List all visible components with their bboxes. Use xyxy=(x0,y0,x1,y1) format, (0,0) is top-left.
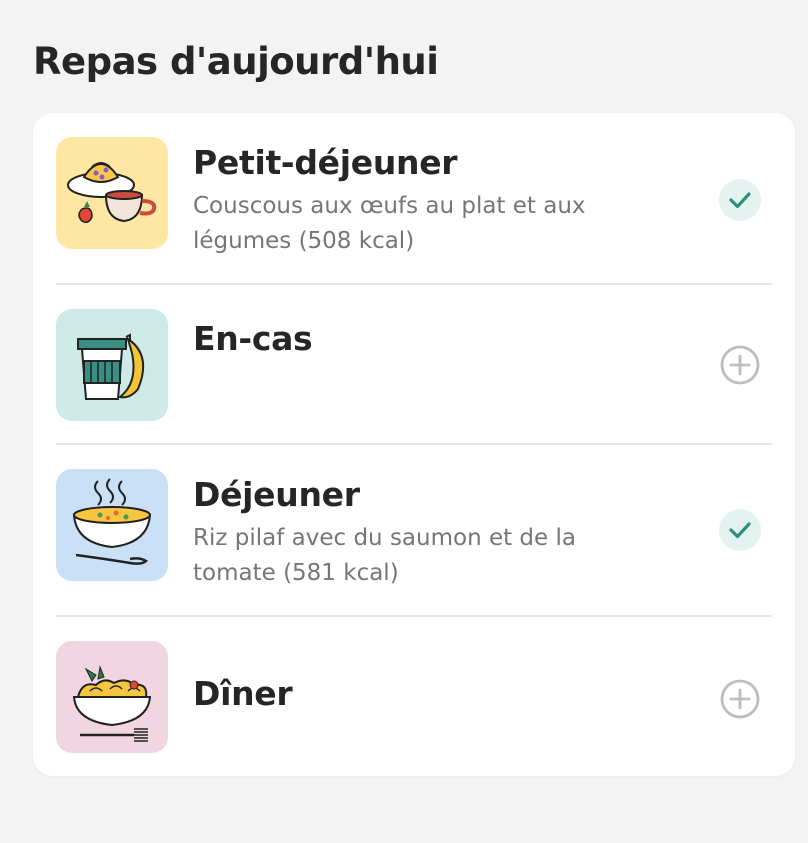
plus-circle-icon[interactable] xyxy=(719,678,761,720)
check-icon[interactable] xyxy=(719,179,761,221)
meal-name: En-cas xyxy=(193,319,313,358)
croissant-coffee-icon xyxy=(56,137,168,249)
plus-circle-icon[interactable] xyxy=(719,344,761,386)
meal-name: Déjeuner xyxy=(193,475,360,514)
meal-name: Dîner xyxy=(193,674,293,713)
meal-row-lunch[interactable]: Déjeuner Riz pilaf avec du saumon et de … xyxy=(33,445,795,615)
meal-description: Riz pilaf avec du saumon et de la tomate… xyxy=(193,525,576,586)
meal-info-breakfast: Petit-déjeuner Couscous aux œufs au plat… xyxy=(193,143,663,259)
cup-banana-icon xyxy=(56,309,168,421)
meal-row-snack[interactable]: En-cas xyxy=(33,285,795,443)
soup-bowl-icon xyxy=(56,469,168,581)
meal-name: Petit-déjeuner xyxy=(193,143,458,182)
check-icon[interactable] xyxy=(719,509,761,551)
meal-info-snack: En-cas xyxy=(193,319,663,359)
meal-row-breakfast[interactable]: Petit-déjeuner Couscous aux œufs au plat… xyxy=(33,113,795,283)
meal-info-dinner: Dîner xyxy=(193,674,663,714)
pasta-bowl-icon xyxy=(56,641,168,753)
meal-row-dinner[interactable]: Dîner xyxy=(33,617,795,776)
meal-info-lunch: Déjeuner Riz pilaf avec du saumon et de … xyxy=(193,475,663,591)
page-title: Repas d'aujourd'hui xyxy=(33,40,439,83)
meal-description: Couscous aux œufs au plat et aux légumes… xyxy=(193,193,586,254)
meals-card: Petit-déjeuner Couscous aux œufs au plat… xyxy=(33,113,795,776)
